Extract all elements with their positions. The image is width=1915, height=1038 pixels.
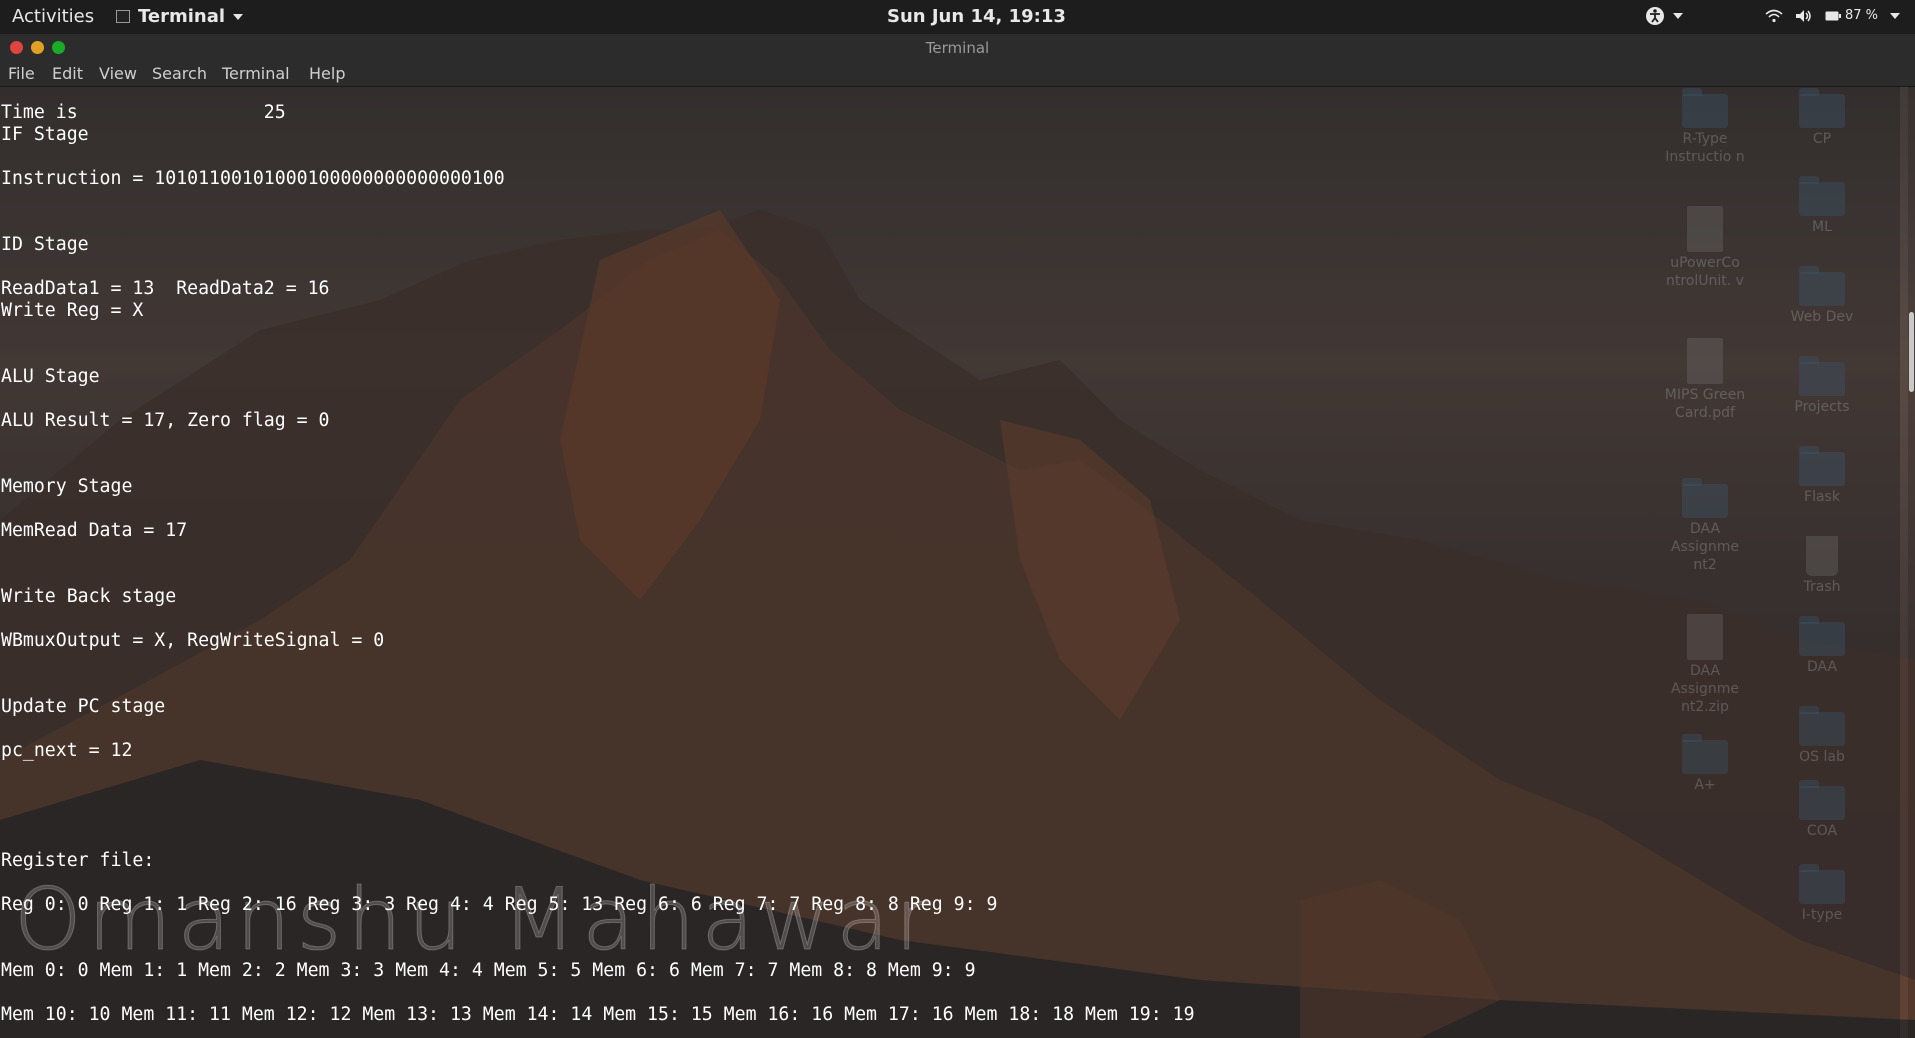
- terminal-line: ID Stage: [1, 234, 89, 255]
- clock[interactable]: Sun Jun 14, 19:13: [887, 6, 1066, 27]
- menu-terminal[interactable]: Terminal: [222, 64, 290, 83]
- menu-view[interactable]: View: [99, 64, 137, 83]
- activities-button[interactable]: Activities: [12, 6, 94, 27]
- battery-icon: [1825, 11, 1841, 20]
- terminal-line: Instruction = 10101100101000100000000000…: [1, 168, 505, 189]
- terminal-line: ALU Result = 17, Zero flag = 0: [1, 410, 330, 431]
- terminal-line: IF Stage: [1, 124, 89, 145]
- accessibility-icon: [1646, 7, 1664, 25]
- battery-percent: 87 %: [1845, 8, 1879, 23]
- terminal-scrollbar[interactable]: [1908, 86, 1915, 1038]
- terminal-line: ALU Stage: [1, 366, 100, 387]
- scrollbar-thumb[interactable]: [1909, 312, 1914, 392]
- app-menu-button[interactable]: Terminal: [116, 6, 244, 27]
- menu-bar: File Edit View Search Terminal Help: [0, 62, 1915, 87]
- terminal-line: Mem 10: 10 Mem 11: 11 Mem 12: 12 Mem 13:…: [1, 1004, 1195, 1025]
- wifi-icon: [1765, 9, 1783, 22]
- app-name: Terminal: [138, 6, 226, 27]
- window-title: Terminal: [925, 39, 990, 57]
- terminal-line: pc_next = 12: [1, 740, 133, 761]
- window-titlebar[interactable]: Terminal: [0, 34, 1915, 62]
- watermark: Omanshu Mahawar: [13, 870, 937, 971]
- terminal-app-icon: [116, 10, 130, 23]
- terminal-line: MemRead Data = 17: [1, 520, 188, 541]
- menu-help[interactable]: Help: [309, 64, 345, 83]
- chevron-down-icon: [1890, 12, 1901, 19]
- terminal-line: Update PC stage: [1, 696, 166, 717]
- chevron-down-icon: [233, 13, 244, 20]
- chevron-down-icon: [1673, 13, 1683, 19]
- terminal-line: WBmuxOutput = X, RegWriteSignal = 0: [1, 630, 385, 651]
- terminal-line: Time is 25: [1, 102, 286, 123]
- top-bar: Activities Terminal Sun Jun 14, 19:13 87…: [0, 0, 1915, 34]
- menu-search[interactable]: Search: [152, 64, 207, 83]
- terminal-line: Write Reg = X: [1, 300, 144, 321]
- terminal-line: ReadData1 = 13 ReadData2 = 16: [1, 278, 330, 299]
- terminal-line: Write Back stage: [1, 586, 177, 607]
- volume-icon: [1796, 9, 1811, 22]
- terminal-line: Register file:: [1, 850, 155, 871]
- accessibility-menu[interactable]: [1645, 6, 1683, 26]
- system-status-menu[interactable]: 87 %: [1765, 8, 1901, 23]
- terminal-line: Memory Stage: [1, 476, 133, 497]
- menu-edit[interactable]: Edit: [52, 64, 83, 83]
- menu-file[interactable]: File: [8, 64, 35, 83]
